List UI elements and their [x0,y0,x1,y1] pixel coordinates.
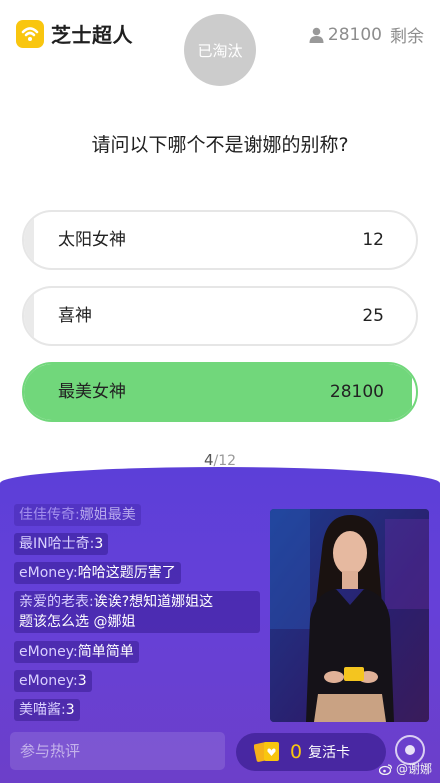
remaining-count: 28100 [327,24,382,45]
comment-item: eMoney:哈哈这题厉害了 [14,562,181,584]
revive-card-icon [254,742,279,762]
comment-item: 最IN哈士奇:3 [14,533,109,555]
host-figure [270,509,429,722]
comment-item: eMoney:简单简单 [14,641,139,663]
eliminated-badge: 已淘汰 [184,14,256,86]
host-video[interactable] [270,509,429,722]
app-logo: 芝士超人 [16,19,133,48]
answer-votes: 25 [362,306,384,326]
answer-option-2[interactable]: 喜神 25 [22,286,418,346]
vote-fill [24,212,34,268]
answer-label: 最美女神 [58,382,126,402]
comment-input[interactable]: 参与热评 [10,732,225,770]
comment-item: eMoney:3 [14,670,92,692]
wifi-badge-icon [16,19,44,48]
answer-votes: 28100 [329,382,384,402]
answer-votes: 12 [362,230,384,250]
comment-item: 亲爱的老表:诶诶?想知道娜姐这 题该怎么选 @娜姐 [14,591,260,633]
answer-option-1[interactable]: 太阳女神 12 [22,210,418,270]
question-text: 请问以下哪个不是谢娜的别称? [91,134,349,156]
weibo-icon [378,763,393,775]
comment-item: 佳佳传奇:娜姐最美 [14,504,141,526]
remaining-label: 剩余 [390,27,424,47]
answer-label: 喜神 [58,306,92,326]
answer-option-3[interactable]: 最美女神 28100 [22,362,418,422]
weibo-watermark: @谢娜 [378,760,432,777]
user-icon [309,27,324,43]
revive-card-button[interactable]: 0 复活卡 [236,733,386,771]
comment-item: 美喵酱:3 [14,699,80,721]
remaining-players: 28100 剩余 [309,22,424,47]
vote-fill [24,288,34,344]
app-name: 芝士超人 [51,23,133,47]
answer-label: 太阳女神 [58,230,126,250]
revive-count: 0 [290,741,303,763]
revive-label: 复活卡 [308,745,351,761]
